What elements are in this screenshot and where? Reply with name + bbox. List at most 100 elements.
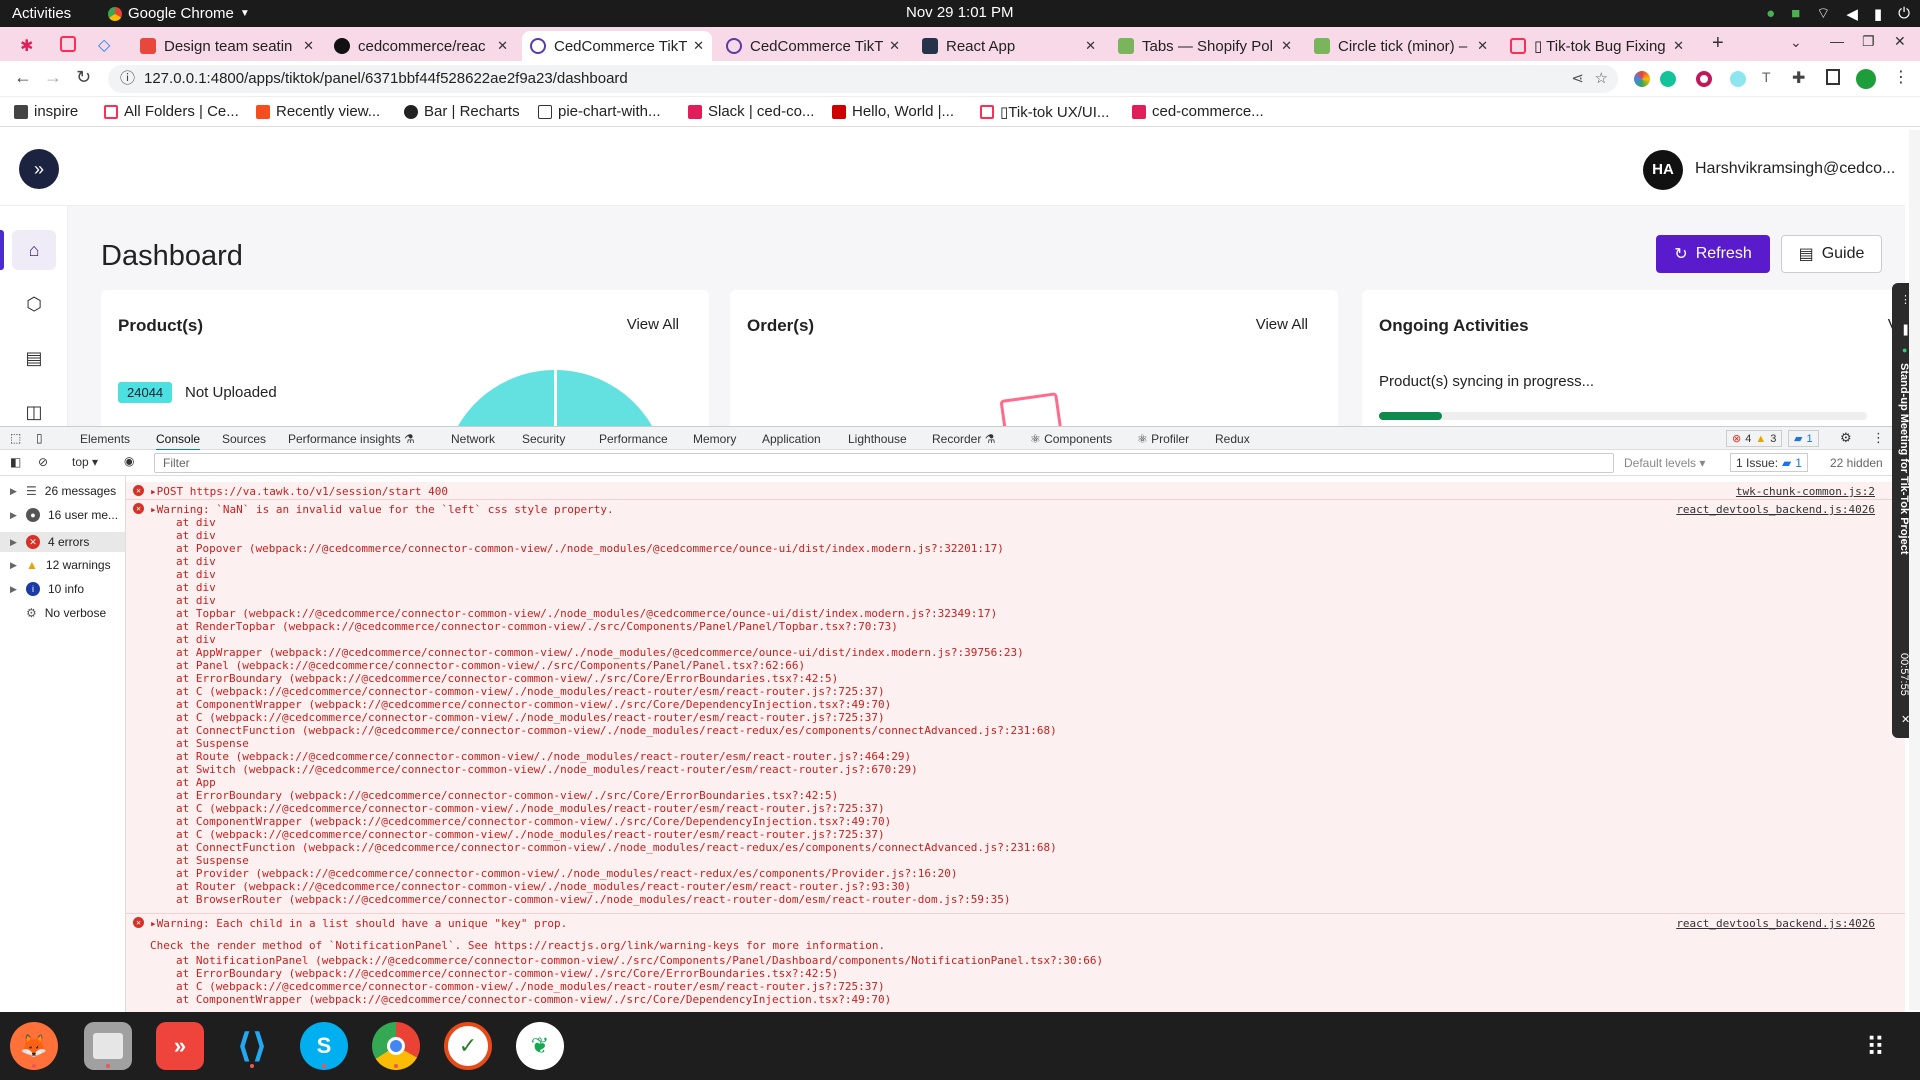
- stack-frame[interactable]: at div: [176, 633, 216, 646]
- stack-frame[interactable]: at Topbar (webpack://@cedcommerce/connec…: [176, 607, 997, 620]
- tab-design-team[interactable]: Design team seatin ✕: [132, 31, 322, 61]
- user-email[interactable]: Harshvikramsingh@cedco...: [1695, 160, 1895, 178]
- extension-record-icon[interactable]: [1696, 71, 1712, 87]
- stack-frame[interactable]: at Suspense: [176, 854, 249, 867]
- extension-text-icon[interactable]: T: [1762, 69, 1771, 85]
- close-icon[interactable]: ✕: [303, 38, 314, 54]
- close-icon[interactable]: ✕: [497, 38, 508, 54]
- chrome-icon[interactable]: [372, 1022, 420, 1070]
- stack-frame[interactable]: at ErrorBoundary (webpack://@cedcommerce…: [176, 967, 838, 980]
- live-expression-eye-icon[interactable]: ◉: [124, 454, 134, 468]
- log-levels-dropdown[interactable]: Default levels ▾: [1624, 456, 1705, 470]
- slack-pinned-tab-icon[interactable]: ✱: [20, 36, 36, 55]
- close-window-icon[interactable]: ✕: [1894, 33, 1906, 50]
- tab-application[interactable]: Application: [762, 432, 821, 446]
- tab-tiktok-bug-fixing[interactable]: ▯ Tik-tok Bug Fixing ✕: [1502, 31, 1692, 61]
- bookmark-hello-world[interactable]: Hello, World |...: [832, 103, 954, 120]
- back-arrow-icon[interactable]: ←: [14, 67, 32, 88]
- stack-frame[interactable]: at ConnectFunction (webpack://@cedcommer…: [176, 724, 1057, 737]
- activities-button[interactable]: Activities: [12, 5, 71, 22]
- reload-icon[interactable]: ↻: [76, 67, 91, 88]
- system-tray[interactable]: ● ■ ⌔ ◀ ▮ ⏻: [1766, 4, 1910, 23]
- restore-icon[interactable]: ❐: [1862, 33, 1875, 50]
- bookmark-star-icon[interactable]: ☆: [1595, 65, 1608, 93]
- console-error-message[interactable]: ✕ ▸POST https://va.tawk.to/v1/session/st…: [126, 482, 1905, 500]
- stack-frame[interactable]: at RenderTopbar (webpack://@cedcommerce/…: [176, 620, 898, 633]
- side-panel-icon[interactable]: [1826, 69, 1840, 85]
- stack-frame[interactable]: at App: [176, 776, 216, 789]
- clear-console-icon[interactable]: ⊘: [38, 455, 48, 469]
- message-source-link[interactable]: react_devtools_backend.js:4026: [1676, 917, 1875, 930]
- stack-frame[interactable]: at Suspense: [176, 737, 249, 750]
- firefox-icon[interactable]: 🦊: [10, 1022, 58, 1070]
- issue-counters[interactable]: ⊗ 4 ▲ 3: [1726, 430, 1783, 447]
- forward-arrow-icon[interactable]: →: [44, 67, 62, 88]
- sidebar-item-user-messages[interactable]: ▶ ● 16 user me...: [10, 508, 118, 522]
- extension-colorzilla-icon[interactable]: [1730, 71, 1746, 87]
- tab-performance[interactable]: Performance: [599, 432, 668, 446]
- stack-frame[interactable]: at Panel (webpack://@cedcommerce/connect…: [176, 659, 805, 672]
- console-filter-input[interactable]: Filter: [154, 453, 1614, 473]
- tab-react-app[interactable]: React App ✕: [914, 31, 1104, 61]
- share-icon[interactable]: ⋖: [1571, 65, 1584, 93]
- message-source-link[interactable]: twk-chunk-common.js:2: [1736, 485, 1875, 498]
- sidebar-item-info[interactable]: ▶ i 10 info: [10, 582, 84, 596]
- stack-frame[interactable]: at div: [176, 594, 216, 607]
- sidebar-item-messages[interactable]: ▶ ☰ 26 messages: [10, 484, 116, 498]
- stack-frame[interactable]: at BrowserRouter (webpack://@cedcommerce…: [176, 893, 1010, 906]
- products-view-all-link[interactable]: View All: [627, 316, 679, 333]
- tab-recorder[interactable]: Recorder ⚗: [932, 432, 995, 446]
- sidebar-item-orders[interactable]: ▤: [12, 338, 56, 378]
- vscode-icon[interactable]: ⟨⟩: [228, 1022, 276, 1070]
- stack-frame[interactable]: at ComponentWrapper (webpack://@cedcomme…: [176, 698, 891, 711]
- stack-frame[interactable]: at ErrorBoundary (webpack://@cedcommerce…: [176, 672, 838, 685]
- orders-view-all-link[interactable]: View All: [1256, 316, 1308, 333]
- tab-sources[interactable]: Sources: [222, 432, 266, 446]
- mongodb-compass-icon[interactable]: ❦: [516, 1022, 564, 1070]
- address-bar[interactable]: ⓘ 127.0.0.1:4800/apps/tiktok/panel/6371b…: [108, 65, 1618, 93]
- stack-frame[interactable]: at ErrorBoundary (webpack://@cedcommerce…: [176, 789, 838, 802]
- sidebar-item-verbose[interactable]: ⚙ No verbose: [10, 606, 106, 620]
- tab-cedcommerce-tiktok[interactable]: CedCommerce TikT ✕: [718, 31, 908, 61]
- message-source-link[interactable]: react_devtools_backend.js:4026: [1676, 503, 1875, 516]
- sidebar-item-home[interactable]: ⌂: [12, 230, 56, 270]
- stack-frame[interactable]: at div: [176, 568, 216, 581]
- tab-console[interactable]: Console: [156, 432, 201, 451]
- stack-frame[interactable]: at C (webpack://@cedcommerce/connector-c…: [176, 711, 885, 724]
- bookmark-bar-recharts[interactable]: Bar | Recharts: [404, 103, 520, 120]
- files-icon[interactable]: [84, 1022, 132, 1070]
- minimize-icon[interactable]: —: [1830, 33, 1844, 49]
- sidebar-item-warnings[interactable]: ▶ ▲ 12 warnings: [10, 558, 111, 572]
- tab-search-chevron-icon[interactable]: ⌄: [1790, 34, 1802, 51]
- stack-frame[interactable]: at C (webpack://@cedcommerce/connector-c…: [176, 685, 885, 698]
- stack-frame[interactable]: at NotificationPanel (webpack://@cedcomm…: [176, 954, 1103, 967]
- stack-frame[interactable]: at ComponentWrapper (webpack://@cedcomme…: [176, 815, 891, 828]
- stack-frame[interactable]: at ConnectFunction (webpack://@cedcommer…: [176, 841, 1057, 854]
- stack-frame[interactable]: at div: [176, 555, 216, 568]
- profile-avatar-icon[interactable]: [1856, 69, 1876, 89]
- avatar[interactable]: HA: [1643, 150, 1683, 190]
- tab-shopify-polaris-tabs[interactable]: Tabs — Shopify Pol ✕: [1110, 31, 1300, 61]
- stack-frame[interactable]: at C (webpack://@cedcommerce/connector-c…: [176, 980, 885, 993]
- stack-frame[interactable]: at div: [176, 581, 216, 594]
- close-icon[interactable]: ✕: [1281, 38, 1292, 54]
- tab-redux[interactable]: Redux: [1215, 432, 1250, 446]
- stack-frame[interactable]: at C (webpack://@cedcommerce/connector-c…: [176, 828, 885, 841]
- bookmark-all-folders[interactable]: All Folders | Ce...: [104, 103, 239, 120]
- stack-frame[interactable]: at Provider (webpack://@cedcommerce/conn…: [176, 867, 957, 880]
- sidebar-toggle-icon[interactable]: ◧: [10, 455, 21, 469]
- anydesk-icon[interactable]: »: [156, 1022, 204, 1070]
- tab-security[interactable]: Security: [522, 432, 565, 446]
- tab-lighthouse[interactable]: Lighthouse: [848, 432, 907, 446]
- bookmark-tiktok-ux[interactable]: ▯Tik-tok UX/UI...: [980, 103, 1109, 121]
- stack-frame[interactable]: at Popover (webpack://@cedcommerce/conne…: [176, 542, 1004, 555]
- issues-counter[interactable]: ▰ 1: [1788, 430, 1819, 447]
- bookmark-inspire[interactable]: inspire: [14, 103, 78, 120]
- close-icon[interactable]: ✕: [693, 38, 704, 54]
- stack-frame[interactable]: at AppWrapper (webpack://@cedcommerce/co…: [176, 646, 1024, 659]
- stack-frame[interactable]: at ComponentWrapper (webpack://@cedcomme…: [176, 993, 891, 1006]
- skype-icon[interactable]: S: [300, 1022, 348, 1070]
- extension-color-icon[interactable]: [1634, 71, 1650, 87]
- tab-performance-insights[interactable]: Performance insights ⚗: [288, 432, 415, 446]
- tab-elements[interactable]: Elements: [80, 432, 130, 446]
